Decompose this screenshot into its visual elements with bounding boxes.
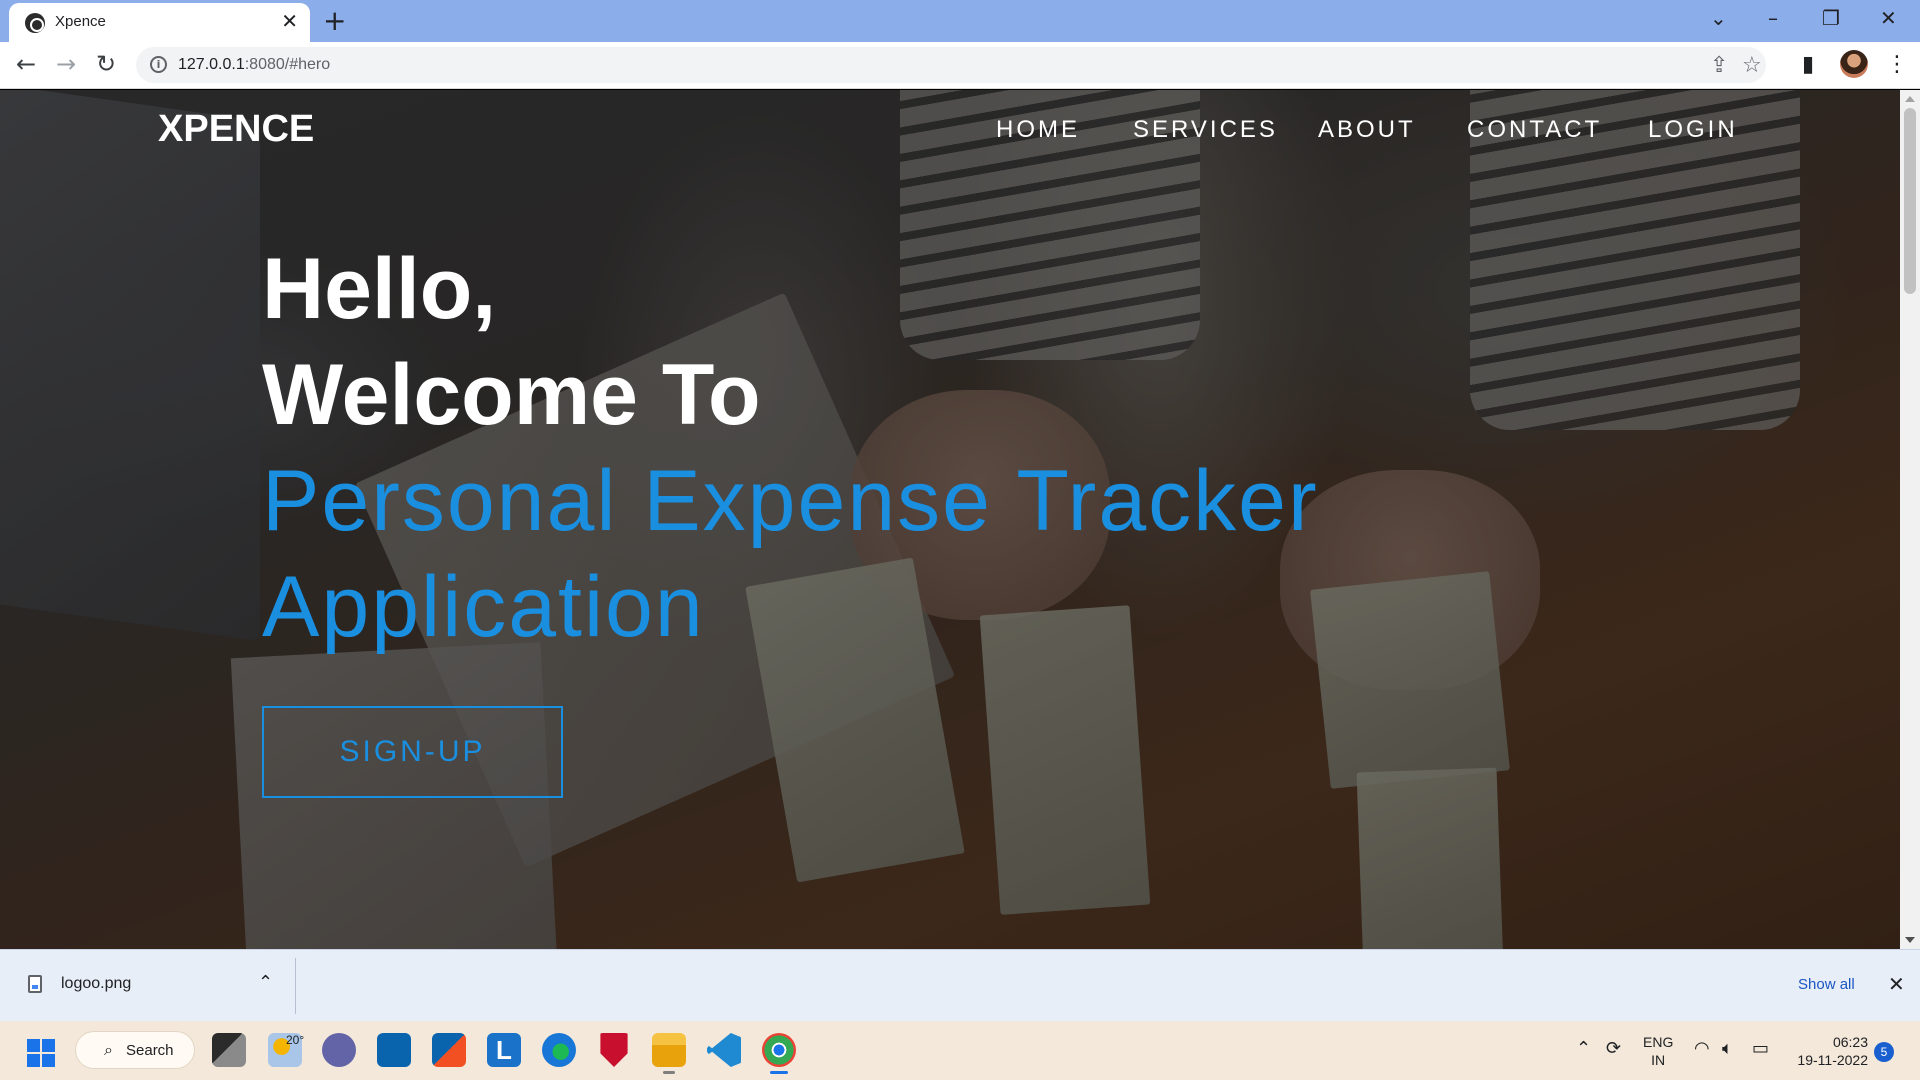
share-icon[interactable]: ⇪ (1710, 53, 1728, 78)
show-all-downloads-link[interactable]: Show all (1798, 976, 1855, 993)
sync-icon[interactable]: ⟳ (1606, 1038, 1621, 1059)
url-path: :8080/#hero (244, 56, 331, 73)
globe-icon (25, 13, 45, 33)
region-code: IN (1651, 1052, 1666, 1068)
browser-menu-icon[interactable]: ⋮ (1886, 52, 1908, 77)
microsoft-store-icon[interactable] (432, 1033, 466, 1067)
wifi-icon[interactable]: ◠ (1694, 1038, 1710, 1059)
language-indicator[interactable]: ENG IN (1643, 1033, 1673, 1069)
notification-count-badge[interactable]: 5 (1874, 1042, 1894, 1062)
site-logo[interactable]: XPENCE (158, 108, 314, 151)
nav-login[interactable]: LOGIN (1648, 116, 1738, 144)
scroll-up-arrow-icon[interactable] (1905, 96, 1915, 102)
site-info-icon[interactable]: i (150, 56, 167, 73)
new-tab-button[interactable]: + (323, 4, 346, 38)
hero-heading-welcome: Welcome To (262, 347, 761, 443)
tab-title: Xpence (55, 13, 106, 30)
edge-browser-icon[interactable] (542, 1033, 576, 1067)
show-hidden-icons-chevron-icon[interactable]: ⌃ (1576, 1038, 1591, 1059)
shelf-divider (295, 958, 296, 1014)
chrome-icon[interactable] (762, 1033, 796, 1074)
side-panel-icon[interactable]: ▮ (1802, 52, 1814, 77)
forward-icon[interactable]: → (56, 50, 76, 78)
scrollbar-thumb[interactable] (1904, 108, 1916, 294)
signup-button[interactable]: SIGN-UP (262, 706, 563, 798)
teams-chat-icon[interactable] (322, 1033, 356, 1067)
tab-search-icon[interactable]: ⌄ (1710, 6, 1727, 30)
window-close-button[interactable]: ✕ (1880, 6, 1897, 30)
vscode-icon[interactable] (707, 1033, 741, 1067)
system-clock[interactable]: 06:23 19-11-2022 (1792, 1033, 1868, 1069)
hero-heading-hello: Hello, (262, 241, 497, 337)
address-bar[interactable]: i 127.0.0.1:8080/#hero ⇪ ☆ (136, 47, 1766, 83)
browser-toolbar: ← → ↻ i 127.0.0.1:8080/#hero ⇪ ☆ ▮ ⋮ (0, 42, 1920, 89)
close-download-shelf-icon[interactable]: ✕ (1888, 972, 1905, 996)
nav-services[interactable]: SERVICES (1133, 116, 1278, 144)
mail-icon[interactable] (377, 1033, 411, 1067)
download-shelf: logoo.png ⌃ Show all ✕ (0, 949, 1920, 1021)
page-scrollbar[interactable] (1900, 90, 1920, 949)
weather-temperature: 20° (286, 1033, 305, 1047)
battery-icon[interactable]: ▭ (1752, 1038, 1769, 1059)
browser-tab[interactable]: Xpence ✕ (9, 3, 310, 42)
page-viewport: XPENCE HOME SERVICES ABOUT CONTACT LOGIN… (0, 90, 1900, 949)
clock-date: 19-11-2022 (1797, 1052, 1868, 1068)
nav-about[interactable]: ABOUT (1318, 116, 1416, 144)
minimize-button[interactable]: – (1768, 6, 1778, 30)
hero-heading-application: Application (262, 559, 705, 655)
language-code: ENG (1643, 1034, 1674, 1050)
windows-start-icon[interactable] (27, 1039, 55, 1067)
chevron-up-icon[interactable]: ⌃ (258, 972, 273, 993)
back-icon[interactable]: ← (16, 50, 36, 78)
url-host: 127.0.0.1 (178, 56, 245, 73)
l-app-icon[interactable]: L (487, 1033, 521, 1067)
nav-contact[interactable]: CONTACT (1467, 116, 1602, 144)
download-file-name[interactable]: logoo.png (61, 975, 131, 993)
hero-heading-app-name: Personal Expense Tracker (262, 453, 1319, 549)
bookmark-star-icon[interactable]: ☆ (1742, 53, 1762, 78)
task-view-icon[interactable] (212, 1033, 246, 1067)
active-indicator (770, 1071, 788, 1074)
browser-tab-bar: Xpence ✕ + ⌄ – ❐ ✕ (0, 0, 1920, 42)
restore-button[interactable]: ❐ (1822, 6, 1840, 30)
file-explorer-icon[interactable] (652, 1033, 686, 1074)
clock-time: 06:23 (1832, 1034, 1868, 1050)
volume-icon[interactable]: 🔈︎ (1722, 1038, 1733, 1059)
windows-taskbar: ⌕ Search 20° L ⌃ ⟳ ENG IN ◠ 🔈︎ ▭ 06:23 1… (0, 1021, 1920, 1080)
scroll-down-arrow-icon[interactable] (1905, 937, 1915, 943)
taskbar-search[interactable]: ⌕ Search (75, 1031, 195, 1069)
profile-avatar[interactable] (1840, 50, 1868, 78)
tab-close-icon[interactable]: ✕ (281, 11, 298, 31)
url-text[interactable]: 127.0.0.1:8080/#hero (178, 56, 330, 74)
image-file-icon (28, 975, 42, 993)
taskbar-search-label: Search (126, 1042, 174, 1059)
nav-home[interactable]: HOME (996, 116, 1080, 144)
mcafee-shield-icon[interactable] (600, 1033, 628, 1067)
search-icon: ⌕ (104, 1040, 113, 1059)
reload-icon[interactable]: ↻ (96, 50, 116, 78)
running-indicator (663, 1071, 675, 1074)
